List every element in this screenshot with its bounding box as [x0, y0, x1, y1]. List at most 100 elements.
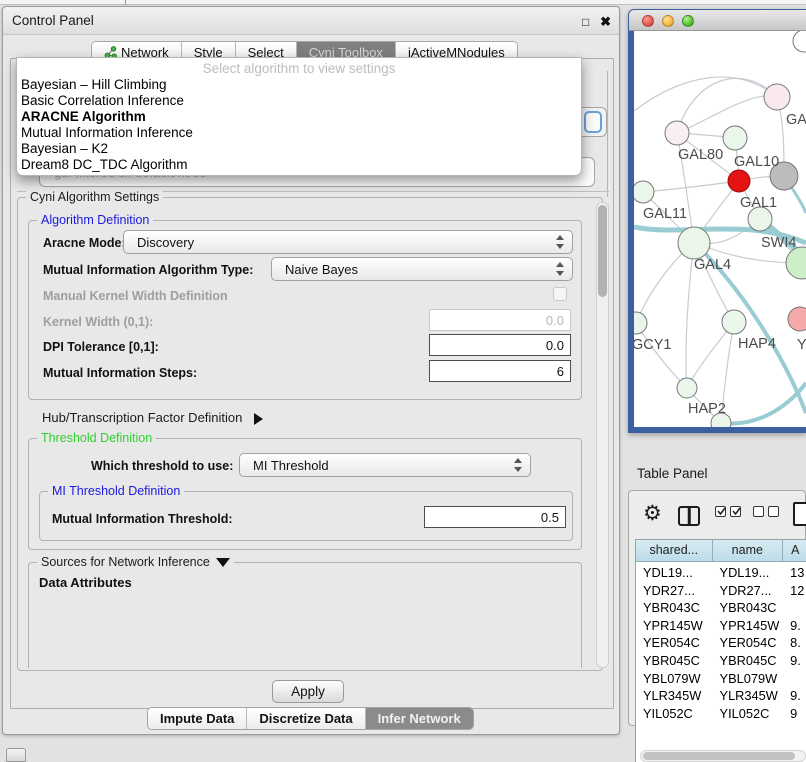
tab-discretize-data[interactable]: Discretize Data — [247, 708, 365, 729]
control-panel-title: Control Panel — [12, 13, 94, 28]
node-table[interactable]: shared... name A YDL19...YDL19...13 YDR2… — [635, 539, 806, 762]
apply-button[interactable]: Apply — [272, 680, 344, 703]
table-row[interactable]: YDR27...YDR27...12 — [636, 582, 806, 600]
aracne-mode-combobox[interactable]: Discovery — [123, 230, 573, 254]
cell — [783, 670, 806, 688]
cell: YDL19... — [713, 564, 784, 582]
mi-threshold-field[interactable]: 0.5 — [424, 506, 566, 528]
columns-icon[interactable] — [678, 506, 700, 526]
sources-group: Sources for Network Inference Data Attri… — [28, 562, 582, 668]
node-gal4[interactable] — [678, 227, 710, 259]
which-threshold-label: Which threshold to use: — [91, 459, 233, 473]
node[interactable] — [764, 84, 790, 110]
node[interactable] — [786, 247, 806, 279]
node-gcy1[interactable] — [634, 312, 647, 334]
kernel-width-field[interactable]: 0.0 — [429, 309, 571, 331]
table-horizontal-scrollbar[interactable] — [640, 750, 806, 762]
cell: YPR145W — [713, 617, 784, 635]
cell: YLR345W — [713, 687, 784, 705]
document-icon[interactable] — [793, 502, 806, 526]
manual-kernel-checkbox[interactable] — [553, 287, 567, 301]
zoom-traffic-light-icon[interactable] — [682, 15, 694, 27]
algorithm-option[interactable]: Mutual Information Inference — [21, 125, 193, 140]
settings-vertical-scrollbar[interactable] — [596, 202, 609, 668]
node-gal1-red[interactable] — [728, 170, 750, 192]
algorithm-option[interactable]: Bayesian – Hill Climbing — [21, 77, 167, 92]
algorithm-option[interactable]: Dream8 DC_TDC Algorithm — [21, 157, 188, 172]
minimize-traffic-light-icon[interactable] — [662, 15, 674, 27]
combobox-stepper-icon — [513, 458, 522, 472]
table-panel-window: ⚙ shared... name A YDL19...YDL19...13 YD… — [628, 490, 806, 726]
node-gal80[interactable] — [665, 121, 689, 145]
close-window-icon[interactable]: ✖ — [600, 14, 611, 30]
cell: YIL052C — [636, 705, 713, 723]
combobox-stepper-icon — [555, 262, 564, 276]
tab-impute-data[interactable]: Impute Data — [148, 708, 247, 729]
focus-ring — [584, 111, 602, 133]
table-row[interactable]: YBR043CYBR043C — [636, 599, 806, 617]
node-pink[interactable] — [788, 307, 806, 331]
control-panel-titlebar: Control Panel □ ✖ — [3, 7, 619, 35]
tab-impute-data-label: Impute Data — [160, 708, 234, 729]
table-row[interactable]: YER054CYER054C8. — [636, 634, 806, 652]
cell: YER054C — [636, 634, 713, 652]
gear-icon[interactable]: ⚙ — [643, 503, 662, 524]
node-label: HAP2 — [688, 401, 726, 417]
float-window-icon[interactable]: □ — [582, 15, 592, 27]
node-gal10[interactable] — [723, 126, 747, 150]
node-label: GAL11 — [643, 206, 687, 222]
dpi-tolerance-field[interactable]: 0.0 — [429, 334, 571, 356]
cell: YDL19... — [636, 564, 713, 582]
node[interactable] — [793, 31, 806, 52]
node-hap4[interactable] — [722, 310, 746, 334]
mi-steps-field[interactable]: 6 — [429, 360, 571, 382]
column-header-shared-name[interactable]: shared... — [636, 540, 713, 562]
table-horizontal-scrollbar-thumb[interactable] — [643, 752, 795, 760]
cell: 9. — [783, 687, 806, 705]
minimized-panel-icon[interactable] — [6, 748, 26, 762]
algorithm-option-aracne[interactable]: ARACNE Algorithm — [21, 109, 146, 124]
which-threshold-combobox[interactable]: MI Threshold — [239, 453, 531, 477]
table-row[interactable]: YIL052CYIL052C9 — [636, 705, 806, 723]
tab-infer-network[interactable]: Infer Network — [366, 708, 473, 729]
node-label: GAL — [786, 112, 806, 128]
network-canvas[interactable]: GAL GAL80 GAL10 GAL1 GAL11 SWI4 GAL4 GCY… — [634, 31, 806, 427]
select-all-checkbox-icon[interactable] — [730, 506, 741, 517]
mi-type-combobox[interactable]: Naive Bayes — [271, 257, 573, 281]
threshold-definition-title: Threshold Definition — [37, 431, 156, 445]
node-label: GAL10 — [734, 154, 779, 170]
bottom-tabbar: Impute Data Discretize Data Infer Networ… — [147, 707, 474, 730]
sources-group-title: Sources for Network Inference — [37, 555, 234, 569]
node-gal11[interactable] — [634, 181, 654, 203]
column-header-cut[interactable]: A — [783, 540, 806, 562]
algorithm-placeholder: Select algorithm to view settings — [17, 61, 581, 76]
kernel-width-label: Kernel Width (0,1): — [43, 315, 153, 329]
table-header-row: shared... name A — [636, 540, 806, 562]
cell: 9. — [783, 652, 806, 670]
settings-vertical-scrollbar-thumb[interactable] — [598, 205, 607, 297]
mi-threshold-group-title: MI Threshold Definition — [48, 484, 184, 498]
cell: 9 — [783, 705, 806, 723]
table-row[interactable]: YLR345WYLR345W9. — [636, 687, 806, 705]
deselect-all-checkbox-icon[interactable] — [768, 506, 779, 517]
select-all-checkbox-icon[interactable] — [715, 506, 726, 517]
table-row[interactable]: YBL079WYBL079W — [636, 670, 806, 688]
collapse-down-icon[interactable] — [216, 558, 230, 567]
algorithm-definition-group: Algorithm Definition Aracne Mode: Discov… — [28, 220, 582, 400]
algorithm-option[interactable]: Bayesian – K2 — [21, 141, 108, 156]
app-top-strip — [0, 0, 806, 5]
close-traffic-light-icon[interactable] — [642, 15, 654, 27]
table-row[interactable]: YDL19...YDL19...13 — [636, 564, 806, 582]
table-row[interactable]: YPR145WYPR145W9. — [636, 617, 806, 635]
network-window-titlebar[interactable] — [629, 10, 806, 31]
expand-right-icon — [254, 413, 263, 425]
mi-type-label: Mutual Information Algorithm Type: — [43, 263, 253, 277]
node-hap2[interactable] — [677, 378, 697, 398]
algorithm-option[interactable]: Basic Correlation Inference — [21, 93, 184, 108]
hub-definition-toggle[interactable]: Hub/Transcription Factor Definition — [42, 410, 263, 425]
cell: 13 — [783, 564, 806, 582]
cell: YIL052C — [713, 705, 784, 723]
column-header-name[interactable]: name — [713, 540, 784, 562]
table-row[interactable]: YBR045CYBR045C9. — [636, 652, 806, 670]
deselect-all-checkbox-icon[interactable] — [753, 506, 764, 517]
